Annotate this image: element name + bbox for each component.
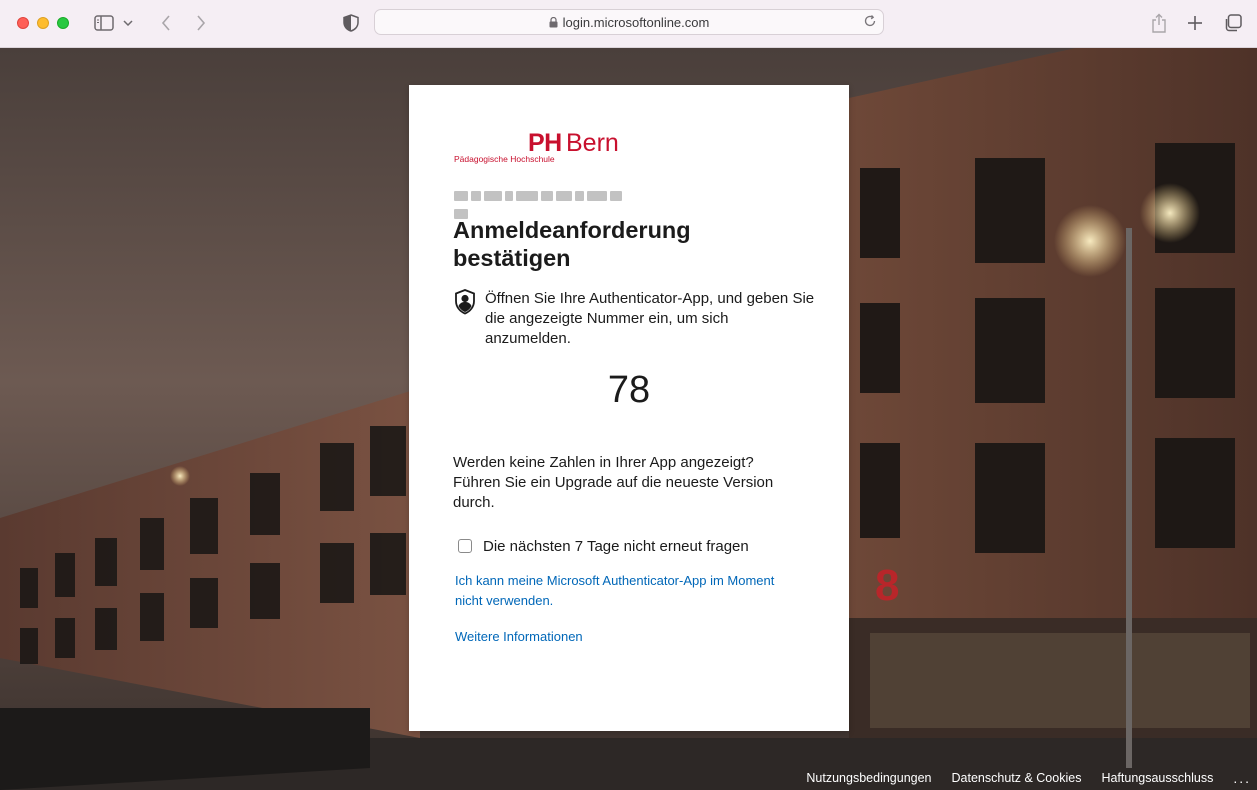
- tab-overview-icon[interactable]: [1222, 12, 1244, 34]
- dont-ask-again-label[interactable]: Die nächsten 7 Tage nicht erneut fragen: [483, 538, 749, 555]
- instruction-text: Öffnen Sie Ihre Authenticator-App, und g…: [485, 290, 815, 347]
- back-arrow-icon[interactable]: [155, 12, 177, 34]
- dont-ask-again-checkbox[interactable]: [458, 539, 472, 553]
- page-title: Anmeldeanforderung bestätigen: [453, 217, 691, 271]
- verification-number: 78: [607, 369, 651, 411]
- sign-in-card: PH Bern Pädagogische Hochschule Anmeldea…: [409, 85, 849, 731]
- svg-text:8: 8: [875, 561, 899, 610]
- authenticator-user-icon: [454, 289, 476, 315]
- logo-bern: Bern: [566, 129, 619, 157]
- blurred-account-email: [454, 188, 638, 219]
- address-bar[interactable]: login.microsoftonline.com: [374, 9, 884, 35]
- upgrade-hint-text: Werden keine Zahlen in Ihrer App angezei…: [453, 454, 774, 511]
- privacy-cookies-link[interactable]: Datenschutz & Cookies: [952, 771, 1082, 785]
- zoom-window-button[interactable]: [57, 17, 69, 29]
- disclaimer-link[interactable]: Haftungsausschluss: [1101, 771, 1213, 785]
- reload-icon[interactable]: [863, 14, 877, 33]
- sidebar-toggle-icon[interactable]: [93, 12, 115, 34]
- chevron-down-icon[interactable]: [121, 12, 135, 34]
- dont-ask-again-row[interactable]: Die nächsten 7 Tage nicht erneut fragen: [458, 535, 749, 557]
- page-footer: Nutzungsbedingungen Datenschutz & Cookie…: [806, 766, 1257, 790]
- phbern-logo: PH Bern Pädagogische Hochschule: [454, 129, 624, 165]
- cannot-use-authenticator-link[interactable]: Ich kann meine Microsoft Authenticator-A…: [455, 571, 805, 611]
- more-options-ellipsis[interactable]: ...: [1233, 770, 1251, 786]
- url-text: login.microsoftonline.com: [562, 15, 710, 30]
- forward-arrow-icon[interactable]: [190, 12, 212, 34]
- new-tab-plus-icon[interactable]: [1184, 12, 1206, 34]
- logo-subtitle: Pädagogische Hochschule: [454, 154, 555, 164]
- terms-of-use-link[interactable]: Nutzungsbedingungen: [806, 771, 931, 785]
- privacy-shield-icon[interactable]: [340, 12, 362, 34]
- minimize-window-button[interactable]: [37, 17, 49, 29]
- lock-icon: [549, 17, 558, 28]
- share-icon[interactable]: [1148, 12, 1170, 34]
- more-information-link[interactable]: Weitere Informationen: [455, 627, 583, 647]
- close-window-button[interactable]: [17, 17, 29, 29]
- browser-toolbar: login.microsoftonline.com: [0, 0, 1257, 48]
